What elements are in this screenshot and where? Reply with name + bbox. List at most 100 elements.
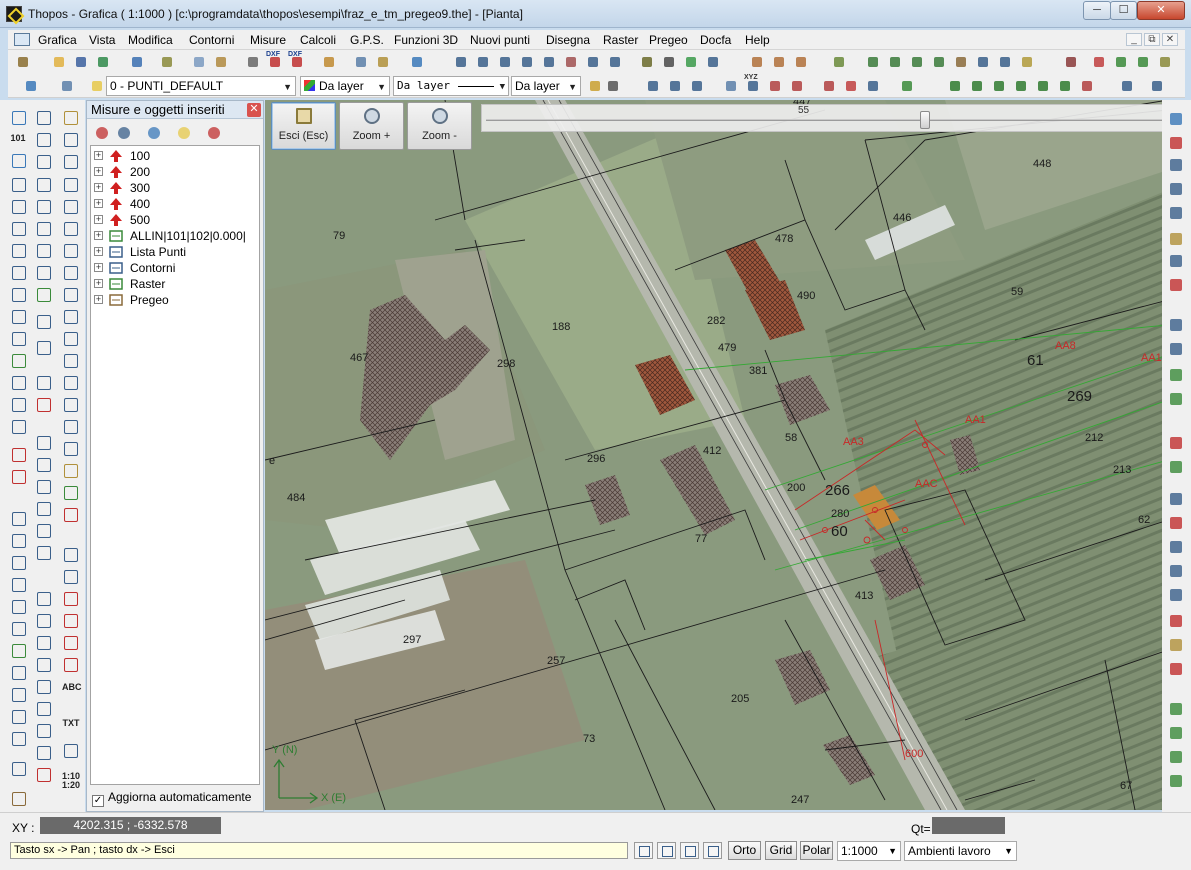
chevron-down-icon[interactable] xyxy=(604,77,622,95)
station-red-2-icon[interactable] xyxy=(1167,612,1185,630)
flag-icon[interactable] xyxy=(820,77,838,95)
station-icon[interactable] xyxy=(830,53,848,71)
extend-icon[interactable] xyxy=(9,553,27,571)
curve-icon[interactable] xyxy=(34,589,52,607)
raster-mode-icon[interactable] xyxy=(657,842,676,859)
vertex-icon[interactable] xyxy=(9,729,27,747)
move-cross-icon[interactable] xyxy=(61,130,79,148)
hatch-fill-icon[interactable] xyxy=(9,641,27,659)
coordinates-list-icon[interactable] xyxy=(792,53,810,71)
chamfer-icon[interactable] xyxy=(34,699,52,717)
lock-icon[interactable] xyxy=(908,53,926,71)
bend-icon[interactable] xyxy=(61,395,79,413)
menu-raster[interactable]: Raster xyxy=(603,33,638,47)
station-red-icon[interactable] xyxy=(1167,434,1185,452)
linetype-select[interactable]: Da layer ▼ xyxy=(393,76,509,96)
explode-icon[interactable] xyxy=(9,685,27,703)
grid-points-icon[interactable] xyxy=(766,77,784,95)
segment-icon[interactable] xyxy=(34,130,52,148)
layers-icon[interactable] xyxy=(22,77,40,95)
open-folder-icon[interactable] xyxy=(50,53,68,71)
split-icon[interactable] xyxy=(34,765,52,783)
document-report-icon[interactable] xyxy=(1018,53,1036,71)
orto-button[interactable]: Orto xyxy=(728,841,761,860)
arc-3p-icon[interactable] xyxy=(34,219,52,237)
text-angle-icon[interactable] xyxy=(61,655,79,673)
pencil-points-icon[interactable] xyxy=(61,461,79,479)
checkbox-check-icon[interactable]: ✓ xyxy=(92,795,104,807)
measure-pen-icon[interactable] xyxy=(638,53,656,71)
2d-3d-d-icon[interactable] xyxy=(1167,772,1185,790)
zoom-point-icon[interactable] xyxy=(9,759,27,777)
zoom-window-icon[interactable] xyxy=(452,53,470,71)
dxf-import-icon[interactable]: DXF xyxy=(266,51,284,71)
scale-ratio-icon[interactable]: 1:10 1:20 xyxy=(62,772,80,790)
curve-2-icon[interactable] xyxy=(34,611,52,629)
list-check-icon[interactable] xyxy=(898,77,916,95)
book-icon[interactable] xyxy=(952,53,970,71)
prism-2-icon[interactable] xyxy=(1167,390,1185,408)
points-101-icon[interactable] xyxy=(1167,180,1185,198)
padlock-icon[interactable] xyxy=(586,77,604,95)
polyline-icon[interactable] xyxy=(9,108,27,126)
brush-icon[interactable] xyxy=(158,53,176,71)
horseshoe-icon[interactable] xyxy=(9,467,27,485)
trees-icon[interactable] xyxy=(1034,77,1052,95)
stamp-icon[interactable] xyxy=(9,789,27,807)
table-icon[interactable] xyxy=(61,263,79,281)
expand-icon[interactable]: + xyxy=(94,167,103,176)
measure-angle-icon[interactable] xyxy=(9,707,27,725)
prism-icon[interactable] xyxy=(1167,366,1185,384)
2d-3d-b-icon[interactable] xyxy=(1167,724,1185,742)
minimize-button[interactable]: ─ xyxy=(1083,1,1111,20)
expand-icon[interactable]: + xyxy=(94,215,103,224)
tripod-red-icon[interactable] xyxy=(1167,514,1185,532)
polar-button[interactable]: Polar xyxy=(800,841,833,860)
elevation-icon[interactable] xyxy=(34,543,52,561)
slope-icon[interactable] xyxy=(61,307,79,325)
point-101-icon[interactable]: 101 xyxy=(10,134,26,143)
magnet-icon[interactable] xyxy=(9,445,27,463)
select-pointer-icon[interactable] xyxy=(93,124,111,142)
zoom-out-button[interactable]: Zoom - xyxy=(407,102,472,150)
menu-disegna[interactable]: Disegna xyxy=(546,33,590,47)
pencil-red-icon[interactable] xyxy=(1167,636,1185,654)
globe-icon[interactable] xyxy=(1134,53,1152,71)
dxf-export-icon[interactable]: DXF xyxy=(288,51,306,71)
panel-close-button[interactable]: ✕ xyxy=(247,103,261,117)
tree-red-icon[interactable] xyxy=(968,77,986,95)
slider-track[interactable] xyxy=(486,119,1162,121)
zoom-object-icon[interactable] xyxy=(606,53,624,71)
area-icon[interactable] xyxy=(9,351,27,369)
zoom-slider[interactable]: 55 xyxy=(481,104,1167,132)
document-icon[interactable] xyxy=(14,33,30,46)
print-icon[interactable] xyxy=(244,53,262,71)
arc-icon[interactable] xyxy=(34,175,52,193)
doc-restore-button[interactable]: ⧉ xyxy=(1144,33,1160,46)
points-stack-icon[interactable] xyxy=(1167,204,1185,222)
chart-icon[interactable] xyxy=(974,53,992,71)
text-abc-icon[interactable]: ABC xyxy=(62,683,82,692)
terrain-icon[interactable] xyxy=(1112,53,1130,71)
expand-icon[interactable]: + xyxy=(94,183,103,192)
leaf-icon[interactable] xyxy=(682,53,700,71)
expand-icon[interactable]: + xyxy=(94,231,103,240)
maximize-button[interactable]: ☐ xyxy=(1110,1,1137,20)
ellipse-icon[interactable] xyxy=(34,285,52,303)
spray-icon[interactable] xyxy=(61,505,79,523)
text-rotate-icon[interactable] xyxy=(61,633,79,651)
curve-3-icon[interactable] xyxy=(34,633,52,651)
copy-circles-icon[interactable] xyxy=(61,152,79,170)
properties-icon[interactable] xyxy=(352,53,370,71)
triangle-icon[interactable] xyxy=(1167,134,1185,152)
export-points-icon[interactable] xyxy=(34,395,52,413)
menu-docfa[interactable]: Docfa xyxy=(700,33,731,47)
draw-pencil-3-icon[interactable] xyxy=(34,477,52,495)
point-red-icon[interactable] xyxy=(1167,660,1185,678)
rotate-circle-icon[interactable] xyxy=(61,197,79,215)
text-insert-icon[interactable] xyxy=(61,567,79,585)
save-icon[interactable] xyxy=(72,53,90,71)
draw-pencil-4-icon[interactable] xyxy=(34,499,52,517)
bulb-icon[interactable] xyxy=(175,124,193,142)
edit-icon[interactable] xyxy=(374,53,392,71)
